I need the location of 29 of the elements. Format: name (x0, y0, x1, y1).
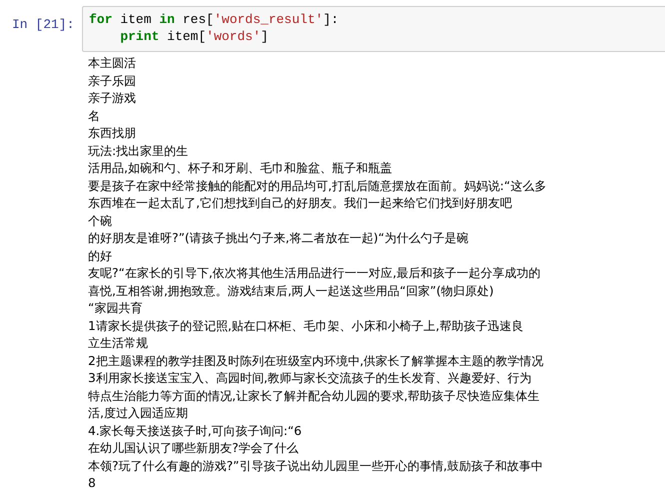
output-line: 本主圆活 (88, 55, 137, 72)
output-line: 东西找朋 (88, 125, 137, 142)
output-line: 活用品,如碗和勺、杯子和牙刷、毛巾和脸盆、瓶子和瓶盖 (88, 160, 393, 177)
output-line: 8 (88, 475, 97, 489)
output-line: 玩法:找出家里的生 (88, 142, 190, 160)
output-line: 2把主题课程的教学挂图及时陈列在班级室内环境中,供家长了解掌握本主题的教学情况 (88, 352, 545, 370)
output-line: 3利用家长接送宝宝入、高园时间,教师与家长交流孩子的生长发育、兴趣爱好、行为 (88, 370, 533, 387)
output-line: 名 (88, 108, 101, 124)
output-line: 1请家长提供孩子的登记照,贴在口杯柜、毛巾架、小床和小椅子上,帮助孩子迅速良 (88, 318, 525, 334)
cell-prompt: In [21]: (11, 16, 76, 32)
output-line: 亲子乐园 (88, 72, 137, 90)
output-line: 个碗 (88, 212, 113, 230)
output-line: 特点生治能力等方面的情况,让家长了解并配合幼儿园的要求,帮助孩子尽快造应集体生 (88, 388, 541, 404)
output-line: 的好 (88, 248, 113, 264)
output-line: 活,度过入园适应期 (88, 405, 189, 422)
code-cell[interactable]: for item in res['words_result']: print item['words'] (82, 6, 665, 52)
code-line: print item['words'] (119, 28, 270, 45)
output-line: 东西堆在一起太乱了,它们想找到自己的好朋友。我们一起来给它们找到好朋友吧 (88, 195, 513, 212)
code-line: for item in res['words_result']: (89, 11, 340, 28)
output-line: “家园共育 (88, 300, 144, 317)
output-line: 4.家长每天接送孩子时,可向孩子询问:“6 (88, 422, 303, 440)
output-line: 本领?玩了什么有趣的游戏?”引导孩子说出幼儿园里一些开心的事情,鼓励孩子和故事中 (88, 458, 544, 474)
output-line: 的好朋友是谁呀?”(请孩子挑出勺子来,将二者放在一起)“为什么勺子是碗 (88, 230, 470, 247)
output-line: 喜悦,互相答谢,拥抱致意。游戏结束后,两人一起送这些用品“回家”(物归原处) (88, 282, 495, 300)
output-line: 立生活常规 (88, 335, 149, 352)
output-line: 亲子游戏 (88, 90, 137, 107)
output-line: 在幼儿国认识了哪些新朋友?学会了什么 (88, 440, 300, 457)
output-line: 友呢?“在家长的引导下,依次将其他生活用品进行一一对应,最后和孩子一起分享成功的 (88, 265, 542, 282)
output-line: 要是孩子在家中经常接触的能配对的用品均可,打乱后随意摆放在面前。妈妈说:“这么多 (88, 178, 548, 194)
